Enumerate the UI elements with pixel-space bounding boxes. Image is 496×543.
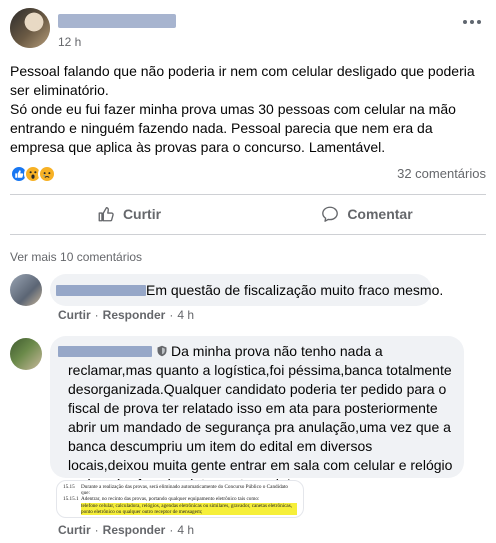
divider: [10, 234, 486, 235]
comment-text: Da minha prova não tenho nada a reclamar…: [68, 342, 454, 494]
comment-button[interactable]: Comentar: [248, 196, 486, 232]
sad-icon: [38, 165, 56, 183]
comments-count[interactable]: 32 comentários: [397, 166, 486, 181]
commenter-avatar[interactable]: [10, 274, 42, 306]
post-paragraph: Só onde eu fui fazer minha prova umas 30…: [10, 101, 456, 155]
separator: ·: [169, 523, 174, 537]
more-options-icon[interactable]: [462, 12, 482, 32]
post-body: Pessoal falando que não poderia ir nem c…: [10, 62, 486, 157]
like-button[interactable]: Curtir: [10, 196, 248, 232]
comment-attachment-image[interactable]: 15.15 Durante a realização das provas, s…: [56, 480, 304, 518]
comment-bubble: Em questão de fiscalização muito fraco m…: [50, 274, 443, 306]
comment-icon: [322, 206, 339, 222]
divider: [10, 194, 486, 195]
separator: ·: [94, 523, 99, 537]
post-card: 12 h Pessoal falando que não poderia ir …: [0, 0, 496, 543]
post-actions: Curtir Comentar: [10, 196, 486, 232]
comment-like-link[interactable]: Curtir: [58, 523, 91, 537]
like-button-label: Curtir: [122, 206, 162, 222]
author-name-redacted[interactable]: [58, 14, 176, 28]
reactions-summary[interactable]: [10, 164, 56, 184]
comment-time[interactable]: 4 h: [177, 523, 194, 537]
author-avatar[interactable]: [10, 8, 50, 48]
commenter-avatar[interactable]: [10, 338, 42, 370]
commenter-name-redacted[interactable]: [56, 285, 146, 296]
post-paragraph: Pessoal falando que não poderia ir nem c…: [10, 63, 475, 98]
post-timestamp[interactable]: 12 h: [58, 35, 81, 49]
comment-actions: Curtir · Responder · 4 h: [58, 308, 194, 322]
comment-text: Em questão de fiscalização muito fraco m…: [146, 282, 444, 298]
separator: ·: [169, 308, 174, 322]
thumbs-up-icon: [98, 207, 114, 222]
shield-icon: [157, 345, 167, 357]
view-more-comments-link[interactable]: Ver mais 10 comentários: [10, 250, 142, 264]
separator: ·: [94, 308, 99, 322]
comment-reply-link[interactable]: Responder: [103, 308, 166, 322]
comment-time[interactable]: 4 h: [177, 308, 194, 322]
comment-actions: Curtir · Responder · 4 h: [58, 523, 194, 537]
comment-button-label: Comentar: [347, 206, 413, 222]
comment-bubble: Da minha prova não tenho nada a reclamar…: [50, 336, 464, 492]
comment-like-link[interactable]: Curtir: [58, 308, 91, 322]
comment-reply-link[interactable]: Responder: [103, 523, 166, 537]
post-header: 12 h: [10, 8, 486, 52]
comment-text-content: Da minha prova não tenho nada a reclamar…: [68, 343, 453, 492]
